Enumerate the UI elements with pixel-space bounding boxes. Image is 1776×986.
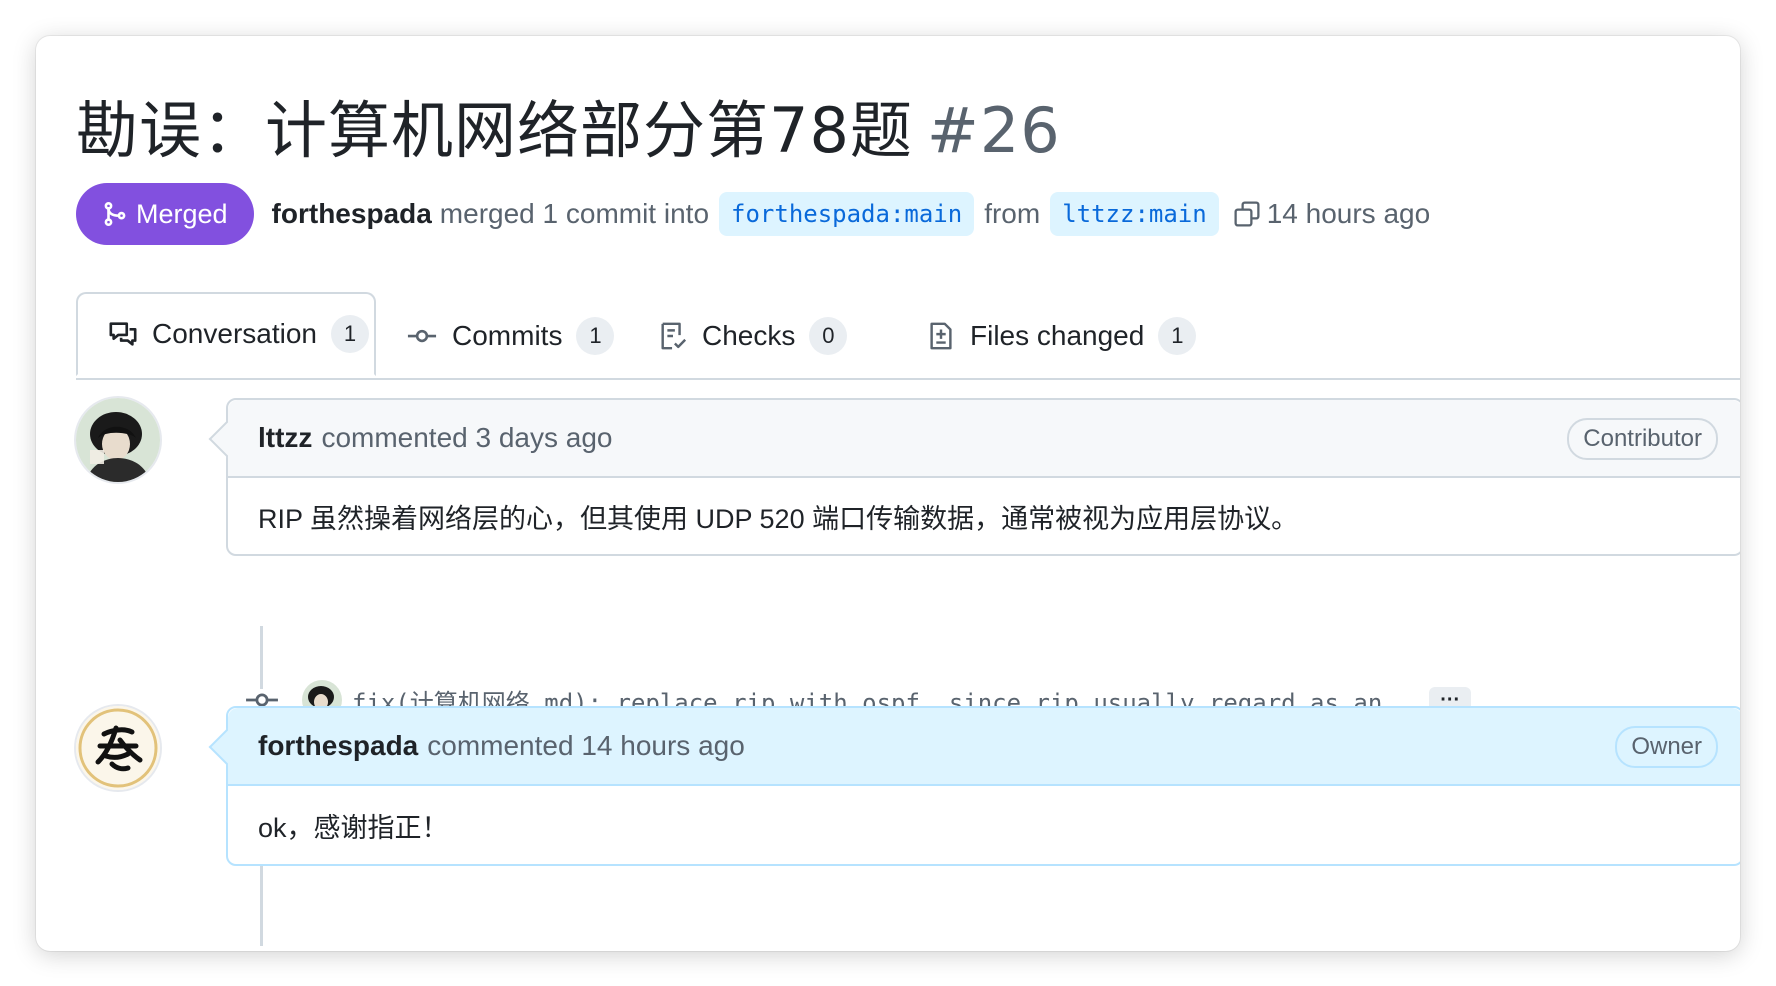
comment-discussion-icon — [108, 319, 138, 349]
merge-time: 14 hours ago — [1266, 198, 1431, 229]
tab-counter: 1 — [576, 317, 615, 355]
merged-status-label: Merged — [136, 198, 228, 229]
base-branch-link[interactable]: forthespada:main — [719, 192, 975, 236]
comment-author-link[interactable]: lttzz — [258, 422, 312, 454]
comment-body: RIP 虽然操着网络层的心，但其使用 UDP 520 端口传输数据，通常被视为应… — [258, 503, 1299, 534]
from-label: from — [984, 198, 1041, 229]
pr-title: 勘误：计算机网络部分第78题 #26 — [76, 80, 1061, 170]
tab-counter: 0 — [809, 317, 848, 355]
tab-counter: 1 — [330, 315, 369, 353]
comment-author-link[interactable]: forthespada — [258, 730, 418, 762]
git-commit-icon — [406, 321, 438, 351]
comment-box: lttzz commented 3 days ago Contributor R… — [208, 398, 1740, 556]
tab-files-changed[interactable]: Files changed 1 — [926, 294, 1197, 378]
pull-request-card: 勘误：计算机网络部分第78题 #26 Merged forthespada mer… — [36, 36, 1740, 951]
tab-counter: 1 — [1158, 317, 1197, 355]
merged-status-badge: Merged — [76, 183, 254, 245]
pr-number: #26 — [926, 94, 1061, 167]
role-badge: Contributor — [1567, 418, 1718, 460]
tab-label: Checks — [702, 320, 796, 351]
role-badge: Owner — [1615, 726, 1718, 768]
file-diff-icon — [926, 321, 956, 351]
tab-commits[interactable]: Commits 1 — [406, 294, 615, 378]
comment-timestamp[interactable]: commented 3 days ago — [321, 422, 612, 454]
copy-icon[interactable] — [1233, 200, 1261, 228]
avatar[interactable] — [76, 398, 160, 482]
comment-header: forthespada commented 14 hours ago Owner — [228, 708, 1740, 786]
tab-label: Commits — [452, 320, 563, 351]
avatar[interactable] — [76, 706, 160, 790]
pr-meta: Merged forthespada merged 1 commit into … — [76, 182, 1430, 246]
comment-timestamp[interactable]: commented 14 hours ago — [427, 730, 745, 762]
pr-tabs: Conversation 1 Commits 1 Checks 0 Files … — [76, 292, 1740, 380]
head-branch-link[interactable]: lttzz:main — [1050, 192, 1219, 236]
tab-checks[interactable]: Checks 0 — [658, 294, 848, 378]
comment-header: lttzz commented 3 days ago Contributor — [228, 400, 1740, 478]
comment-box: forthespada commented 14 hours ago Owner… — [208, 706, 1740, 866]
pr-author-link[interactable]: forthespada — [272, 198, 432, 230]
checklist-icon — [658, 321, 688, 351]
tab-label: Files changed — [970, 320, 1145, 351]
pr-title-text: 勘误：计算机网络部分第78题 — [76, 94, 913, 167]
tab-conversation[interactable]: Conversation 1 — [76, 292, 376, 376]
merge-description: merged 1 commit into — [439, 198, 710, 229]
git-merge-icon — [102, 201, 128, 227]
comment-body: ok，感谢指正！ — [258, 812, 449, 843]
tab-label: Conversation — [152, 318, 317, 349]
